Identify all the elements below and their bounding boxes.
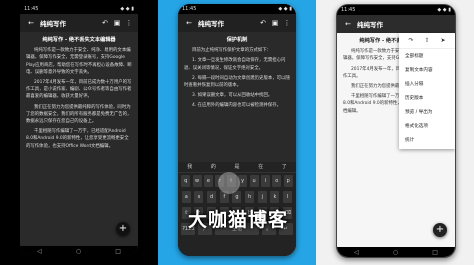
key[interactable]: l — [283, 191, 293, 203]
key[interactable]: j — [257, 191, 267, 203]
status-bar: 11:45 ◆ ◆ ▮ — [20, 4, 138, 14]
nav-home-icon[interactable]: ○ — [393, 249, 398, 256]
menu-item-history[interactable]: 历史版本 — [399, 91, 455, 105]
status-bar: 11:45 ◆ ◆ ▮ — [337, 5, 455, 15]
key[interactable]: w — [192, 175, 202, 187]
back-arrow-icon[interactable]: ← — [184, 18, 194, 28]
back-arrow-icon[interactable]: ← — [26, 18, 36, 28]
paragraph: 2. 每隔一段时间自动为文章创建历史版本，可以随时查看并恢复到以前的版本。 — [184, 75, 290, 89]
document-body[interactable]: 纯纯写作 - 绝不丢失文本编辑器 纯纯写作是一款致力于安全、纯净、易用的文本编辑… — [20, 32, 138, 252]
app-toolbar: ← 纯纯写作 ↶ ▣ ⋮ — [20, 14, 138, 32]
menu-icon-row: ↷ ⇧ ➤ — [399, 35, 455, 49]
key[interactable]: p — [283, 175, 293, 187]
nav-recents-icon[interactable]: □ — [432, 249, 438, 256]
send-icon[interactable]: ➤ — [440, 37, 445, 44]
more-icon[interactable]: ⋮ — [124, 18, 134, 28]
status-bar: 11:45 ◆ ◆ ▮ — [178, 4, 296, 14]
key[interactable]: o — [272, 175, 282, 187]
paragraph: 4. 在应用外的编辑内容也可以被检测并保存。 — [192, 103, 282, 109]
menu-item-all-titles[interactable]: 全部标题 — [399, 49, 455, 63]
nav-recents-icon[interactable]: □ — [115, 248, 121, 255]
key[interactable]: h — [245, 191, 255, 203]
key[interactable]: q — [181, 175, 191, 187]
paragraph: 纯纯写作是一款致力于安全、纯净、易用的文本编辑器，保障写作安全，无需登录账号，支… — [26, 48, 132, 75]
overflow-menu: ↷ ⇧ ➤ 全部标题 复制文本内容 插入分隔 历史版本 预览 / 导出为 格式化… — [399, 33, 455, 149]
paragraph: 我们正在努力为您提供最纯粹的写作体验，同时为了您的数据安全，我们的所有服务都是免… — [26, 104, 132, 125]
touch-indicator — [218, 172, 240, 194]
share-icon[interactable]: ⇧ — [424, 37, 429, 44]
key[interactable]: u — [249, 175, 259, 187]
watermark-text: 大咖猫博客 — [188, 209, 289, 231]
document-heading: 保护机制 — [226, 37, 248, 43]
status-time: 11:45 — [182, 6, 197, 12]
undo-icon[interactable]: ↶ — [100, 18, 110, 28]
paragraph: 目前为止纯纯写作保护文章的方式如下： — [192, 48, 272, 54]
status-icons: ◆ ◆ ▮ — [120, 6, 134, 12]
paragraph: 千里相随写作编辑了一万字，已经适配Android 8.0和Android 9.0… — [26, 129, 129, 149]
menu-item-copy-text[interactable]: 复制文本内容 — [399, 63, 455, 77]
suggestion[interactable]: 我 — [187, 162, 192, 172]
save-icon[interactable]: ▣ — [270, 18, 280, 28]
key[interactable]: a — [181, 191, 191, 203]
paragraph: 1. 文章一旦发生修改就会自动保存，无需担心闪退、误关闭等情况，保证文字绝对安全… — [184, 58, 286, 71]
screenshot-panel-middle: 11:45 ◆ ◆ ▮ ← 纯纯写作 ↶ ▣ ⋮ 保护机制 目前为止纯纯写作保护… — [158, 0, 316, 265]
nav-back-icon[interactable]: ◁ — [354, 249, 359, 256]
nav-bar: ◁ ○ □ — [20, 246, 138, 256]
paragraph: 3. 如果误删文章，可以从回收站中找回。 — [192, 93, 273, 99]
phone-frame: 11:45 ◆ ◆ ▮ ← 纯纯写作 ↶ ▣ ⋮ 纯纯写作 - 绝不丢失文本编辑… — [20, 4, 138, 256]
suggestion-bar: 我 的 是 在 了 — [178, 162, 296, 173]
suggestion[interactable]: 是 — [234, 162, 239, 172]
document-heading: 纯纯写作 - 绝不丢失文本编辑器 — [42, 37, 116, 43]
app-toolbar: ← 纯纯写作 ↶ ▣ ⋮ — [178, 14, 296, 32]
phone-frame: 11:45 ◆ ◆ ▮ ← 纯纯写作 纯纯写作 - 绝不丢失文本编辑器 纯纯写作… — [336, 4, 456, 258]
status-icons: ◆ ◆ ▮ — [278, 6, 292, 12]
menu-item-format-options[interactable]: 格式化选项 — [399, 119, 455, 133]
key[interactable]: e — [203, 175, 213, 187]
redo-icon[interactable]: ↷ — [408, 37, 413, 44]
key[interactable]: d — [207, 191, 217, 203]
add-fab-button[interactable]: + — [116, 222, 130, 236]
suggestion[interactable]: 了 — [282, 162, 287, 172]
key[interactable]: i — [260, 175, 270, 187]
nav-bar: ◁ ○ □ — [337, 247, 455, 257]
menu-item-preview-export[interactable]: 预览 / 导出为 — [399, 105, 455, 119]
nav-home-icon[interactable]: ○ — [76, 248, 81, 255]
add-fab-button[interactable]: + — [433, 223, 447, 237]
key[interactable]: k — [270, 191, 280, 203]
more-icon[interactable]: ⋮ — [282, 18, 292, 28]
undo-icon[interactable]: ↶ — [258, 18, 268, 28]
screenshot-panel-left: 11:45 ◆ ◆ ▮ ← 纯纯写作 ↶ ▣ ⋮ 纯纯写作 - 绝不丢失文本编辑… — [0, 0, 158, 265]
status-time: 11:45 — [24, 6, 39, 12]
key-row-2: a s d f g h j k l — [178, 189, 296, 205]
status-time: 11:45 — [341, 7, 356, 13]
save-icon[interactable]: ▣ — [112, 18, 122, 28]
status-icons: ◆ ◆ ▮ — [437, 7, 451, 13]
nav-back-icon[interactable]: ◁ — [37, 248, 42, 255]
menu-item-statistics[interactable]: 统计 — [399, 133, 455, 147]
key[interactable]: s — [194, 191, 204, 203]
suggestion[interactable]: 在 — [258, 162, 263, 172]
menu-item-insert-divider[interactable]: 插入分隔 — [399, 77, 455, 91]
back-arrow-icon[interactable]: ← — [343, 19, 353, 29]
suggestion[interactable]: 的 — [211, 162, 216, 172]
app-title: 纯纯写作 — [40, 20, 66, 28]
paragraph: 2017年4月发布一年，目前已成为数十万用户的写作工具，是小说作家、编剧、公众号… — [26, 80, 132, 100]
screenshot-panel-right: 11:45 ◆ ◆ ▮ ← 纯纯写作 纯纯写作 - 绝不丢失文本编辑器 纯纯写作… — [316, 0, 474, 265]
app-toolbar: ← 纯纯写作 — [337, 15, 455, 33]
app-title: 纯纯写作 — [198, 20, 224, 28]
app-title: 纯纯写作 — [357, 21, 383, 29]
